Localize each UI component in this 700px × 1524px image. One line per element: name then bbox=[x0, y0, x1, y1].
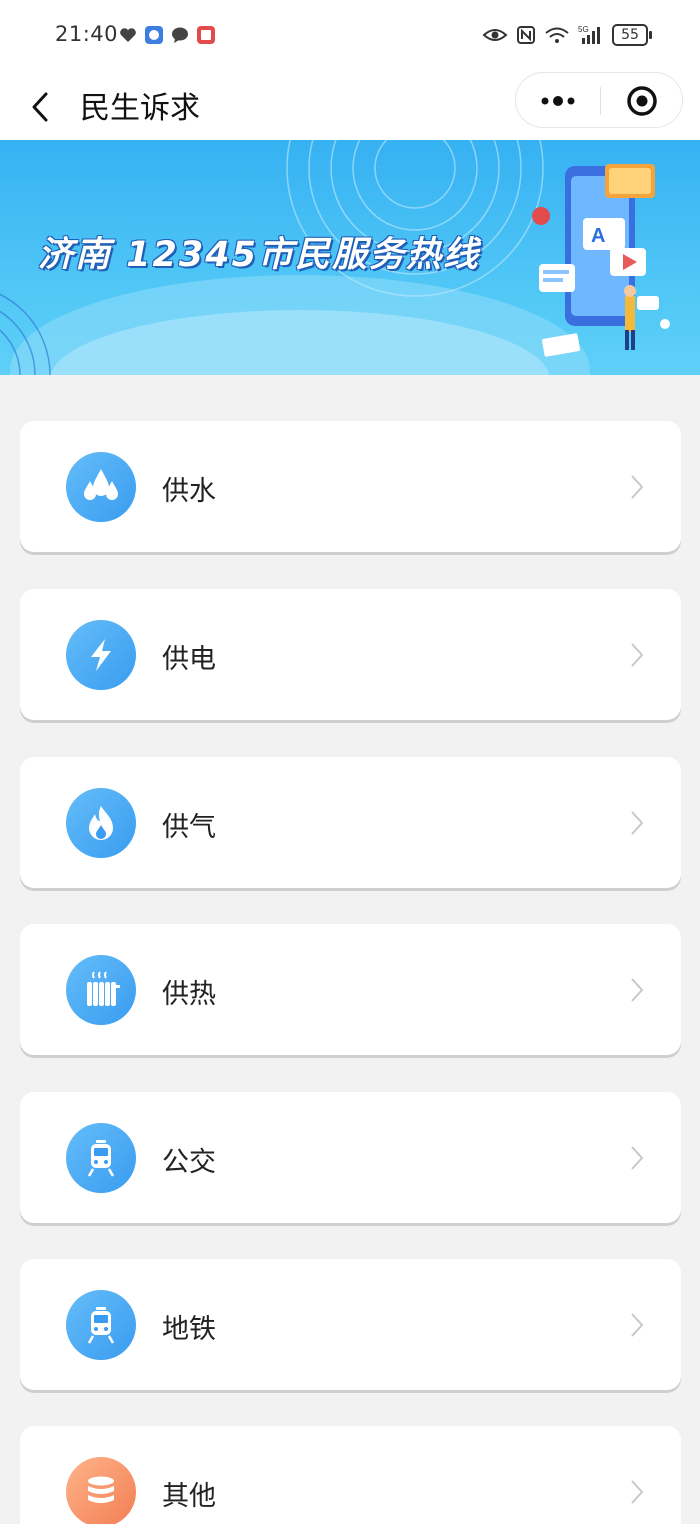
app-icon bbox=[145, 26, 163, 44]
svg-text:A: A bbox=[591, 225, 605, 247]
service-item-electricity[interactable]: 供电 bbox=[20, 589, 681, 720]
service-label: 供气 bbox=[162, 812, 216, 843]
train-icon bbox=[66, 1123, 136, 1193]
service-label: 供电 bbox=[162, 644, 216, 675]
wifi-icon bbox=[545, 27, 569, 43]
service-label: 供热 bbox=[162, 979, 216, 1010]
chevron-right-icon bbox=[631, 1146, 644, 1170]
hotline-banner: 济南 12345市民服务热线 A bbox=[0, 140, 700, 375]
page-title: 民生诉求 bbox=[80, 91, 200, 126]
chevron-right-icon bbox=[631, 643, 644, 667]
service-item-bus[interactable]: 公交 bbox=[20, 1092, 681, 1223]
service-label: 地铁 bbox=[162, 1314, 216, 1345]
book-icon bbox=[197, 26, 215, 44]
service-label: 其他 bbox=[162, 1481, 216, 1512]
flame-icon bbox=[66, 788, 136, 858]
train-icon bbox=[66, 1290, 136, 1360]
service-label: 供水 bbox=[162, 476, 216, 507]
status-time: 21:40 bbox=[55, 22, 119, 46]
chevron-right-icon bbox=[631, 811, 644, 835]
water-drops-icon bbox=[66, 452, 136, 522]
status-bar: 21:40 5G 55 bbox=[0, 0, 700, 70]
nfc-icon bbox=[517, 26, 535, 44]
more-button[interactable] bbox=[516, 73, 600, 129]
signal-icon: 5G bbox=[578, 25, 600, 44]
system-icons: 5G 55 bbox=[482, 24, 652, 46]
svg-text:5G: 5G bbox=[578, 25, 589, 34]
eye-icon bbox=[482, 29, 508, 41]
service-item-other[interactable]: 其他 bbox=[20, 1426, 681, 1524]
service-item-water[interactable]: 供水 bbox=[20, 421, 681, 552]
service-item-heating[interactable]: 供热 bbox=[20, 924, 681, 1055]
banner-title: 济南 12345市民服务热线 bbox=[38, 235, 480, 275]
service-label: 公交 bbox=[162, 1147, 216, 1178]
radiator-icon bbox=[66, 955, 136, 1025]
lightning-icon bbox=[66, 620, 136, 690]
mini-program-capsule bbox=[515, 72, 683, 128]
target-close-icon bbox=[627, 86, 657, 116]
phone-illustration-icon: A bbox=[532, 164, 670, 357]
chevron-right-icon bbox=[631, 1313, 644, 1337]
chat-icon bbox=[172, 27, 188, 43]
chevron-right-icon bbox=[631, 475, 644, 499]
nav-bar: 民生诉求 bbox=[0, 70, 700, 140]
chevron-right-icon bbox=[631, 978, 644, 1002]
service-item-metro[interactable]: 地铁 bbox=[20, 1259, 681, 1390]
chevron-left-icon bbox=[32, 92, 48, 122]
heart-icon bbox=[120, 28, 136, 42]
back-button[interactable] bbox=[22, 80, 62, 130]
database-icon bbox=[66, 1457, 136, 1524]
service-item-gas[interactable]: 供气 bbox=[20, 757, 681, 888]
more-dots-icon bbox=[541, 96, 575, 106]
notification-icons bbox=[118, 25, 216, 45]
chevron-right-icon bbox=[631, 1480, 644, 1504]
close-button[interactable] bbox=[600, 73, 684, 129]
battery-indicator: 55 bbox=[612, 24, 652, 46]
